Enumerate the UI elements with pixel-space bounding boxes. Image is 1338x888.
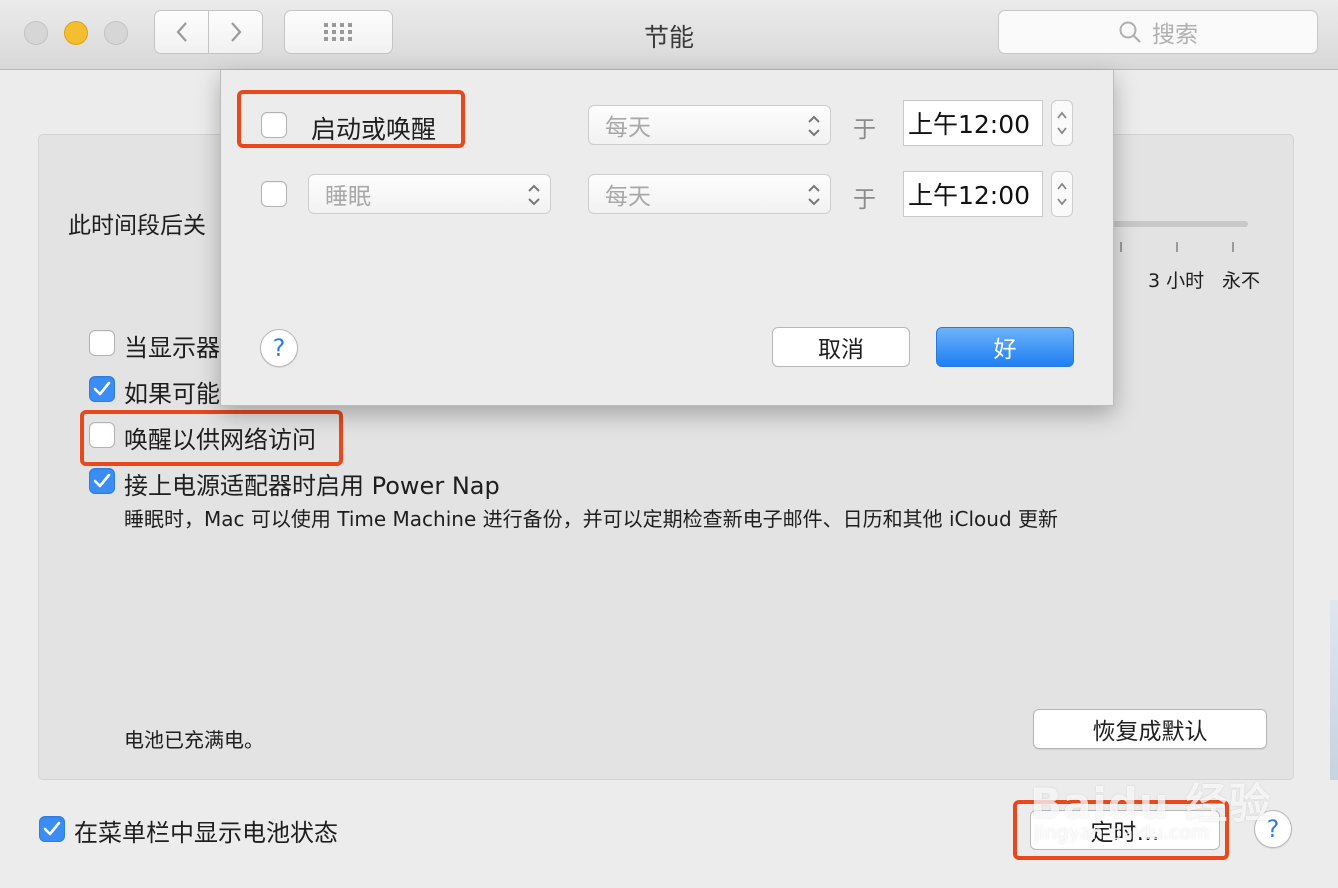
stepper-arrows-icon xyxy=(1057,182,1067,206)
hard-disk-sleep-label: 如果可能 xyxy=(124,380,220,408)
slider-tick xyxy=(1232,242,1234,252)
startup-repeat-popup[interactable]: 每天 xyxy=(588,105,831,145)
sleep-action-popup[interactable]: 睡眠 xyxy=(308,174,551,214)
slider-tick-label-never: 永不 xyxy=(1222,270,1261,292)
sleep-time-stepper[interactable] xyxy=(1051,171,1073,217)
search-placeholder: 搜索 xyxy=(1152,22,1198,48)
sheet-help-button[interactable]: ? xyxy=(260,329,298,367)
hard-disk-sleep-checkbox[interactable] xyxy=(89,376,115,402)
up-down-chevron-icon xyxy=(808,115,820,137)
checkmark-icon xyxy=(93,473,111,488)
cancel-button[interactable]: 取消 xyxy=(772,327,910,367)
display-off-label: 当显示器 xyxy=(124,334,220,362)
power-nap-label: 接上电源适配器时启用 Power Nap xyxy=(124,472,500,500)
startup-time-stepper[interactable] xyxy=(1051,100,1073,146)
restore-defaults-button[interactable]: 恢复成默认 xyxy=(1033,709,1267,749)
show-battery-label: 在菜单栏中显示电池状态 xyxy=(74,819,338,847)
startup-wake-checkbox[interactable] xyxy=(261,112,287,138)
battery-status: 电池已充满电。 xyxy=(124,728,264,752)
ok-button[interactable]: 好 xyxy=(936,327,1074,367)
sleep-slider-track[interactable] xyxy=(1100,221,1248,227)
search-icon xyxy=(1119,21,1141,43)
power-nap-checkbox[interactable] xyxy=(89,468,115,494)
startup-repeat-value: 每天 xyxy=(605,115,651,141)
checkmark-icon xyxy=(43,821,61,836)
wake-network-checkbox[interactable] xyxy=(89,422,115,448)
startup-wake-label: 启动或唤醒 xyxy=(311,115,437,144)
slider-tick-label-3h: 3 小时 xyxy=(1148,270,1205,292)
up-down-chevron-icon xyxy=(808,184,820,206)
at-label: 于 xyxy=(853,117,876,143)
sleep-after-label: 此时间段后关 xyxy=(68,213,206,239)
search-field[interactable]: 搜索 xyxy=(998,10,1318,54)
up-down-chevron-icon xyxy=(528,184,540,206)
sleep-repeat-value: 每天 xyxy=(605,184,651,210)
sleep-schedule-checkbox[interactable] xyxy=(261,181,287,207)
schedule-button[interactable]: 定时… xyxy=(1030,810,1220,850)
power-nap-description: 睡眠时，Mac 可以使用 Time Machine 进行备份，并可以定期检查新电… xyxy=(124,507,1059,531)
title-bar: 节能 搜索 xyxy=(0,0,1338,70)
wake-network-label: 唤醒以供网络访问 xyxy=(124,426,316,454)
stepper-arrows-icon xyxy=(1057,111,1067,135)
checkmark-icon xyxy=(93,381,111,396)
slider-tick xyxy=(1176,242,1178,252)
show-battery-checkbox[interactable] xyxy=(39,816,65,842)
sleep-action-value: 睡眠 xyxy=(325,184,371,210)
at-label: 于 xyxy=(853,187,876,213)
startup-time-field[interactable]: 上午12:00 xyxy=(903,100,1043,146)
schedule-sheet: 启动或唤醒 每天 于 上午12:00 睡眠 每天 于 上午12:00 ? 取消 … xyxy=(220,70,1114,406)
help-button[interactable]: ? xyxy=(1254,810,1292,848)
sleep-repeat-popup[interactable]: 每天 xyxy=(588,174,831,214)
sleep-time-field[interactable]: 上午12:00 xyxy=(903,171,1043,217)
slider-tick xyxy=(1120,242,1122,252)
background-window-edge xyxy=(1330,600,1338,780)
display-off-checkbox[interactable] xyxy=(89,330,115,356)
